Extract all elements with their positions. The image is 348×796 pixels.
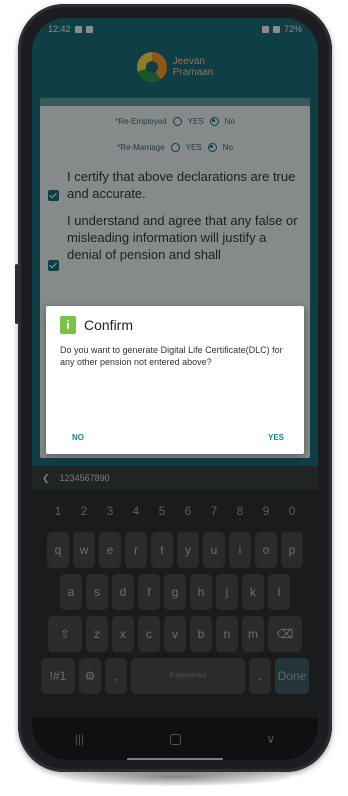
dialog-title-bar: i Confirm	[46, 306, 304, 338]
dialog-message: Do you want to generate Digital Life Cer…	[60, 345, 283, 367]
dialog-actions: NO YES	[46, 433, 304, 442]
phone-screen: 12:42 72% Jeevan Pramaan *Re-Employed YE…	[32, 18, 318, 760]
confirm-dialog: i Confirm Do you want to generate Digita…	[46, 306, 304, 454]
info-icon: i	[60, 316, 76, 334]
dialog-title: Confirm	[84, 317, 134, 333]
side-button	[15, 264, 18, 324]
yes-button[interactable]: YES	[268, 433, 284, 442]
no-button[interactable]: NO	[72, 433, 84, 442]
